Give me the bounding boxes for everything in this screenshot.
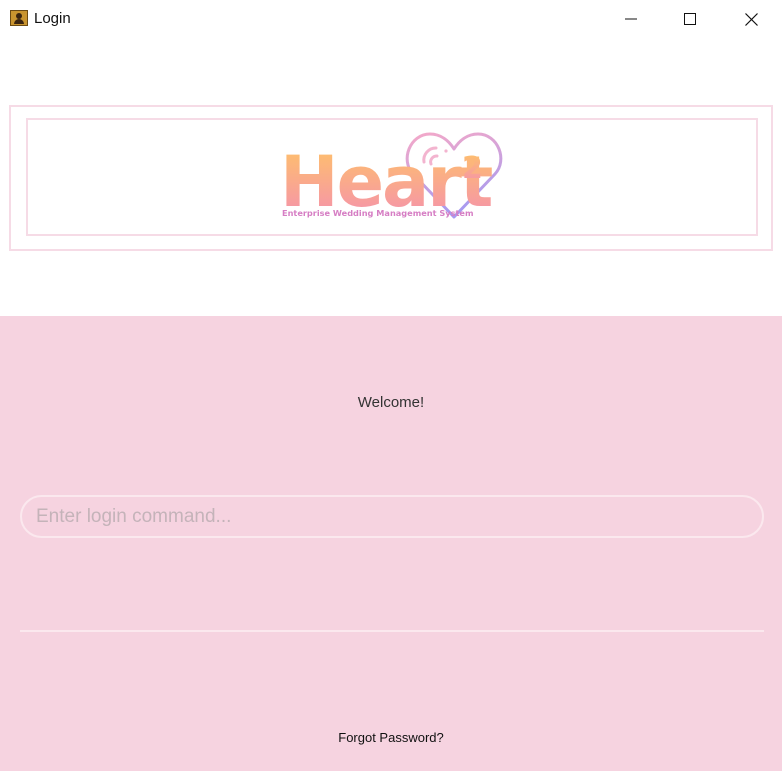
logo-tagline: Enterprise Wedding Management System bbox=[282, 208, 474, 218]
user-card-icon bbox=[10, 10, 28, 26]
welcome-message: Welcome! bbox=[357, 394, 425, 411]
close-icon bbox=[744, 12, 758, 26]
heart2-logo: Heart 2 Enterprise Wedding Management Sy… bbox=[280, 132, 503, 223]
maximize-icon bbox=[684, 13, 696, 25]
forgot-password-link[interactable]: Forgot Password? bbox=[0, 730, 782, 745]
login-panel bbox=[0, 316, 782, 771]
minimize-icon bbox=[625, 18, 637, 20]
title-bar: Login bbox=[0, 0, 782, 38]
login-command-input[interactable] bbox=[20, 495, 764, 538]
maximize-button[interactable] bbox=[667, 0, 713, 38]
minimize-button[interactable] bbox=[608, 0, 654, 38]
window-title: Login bbox=[34, 10, 71, 27]
close-button[interactable] bbox=[728, 0, 774, 38]
logo-superscript: 2 bbox=[462, 151, 483, 186]
result-divider bbox=[20, 630, 764, 632]
